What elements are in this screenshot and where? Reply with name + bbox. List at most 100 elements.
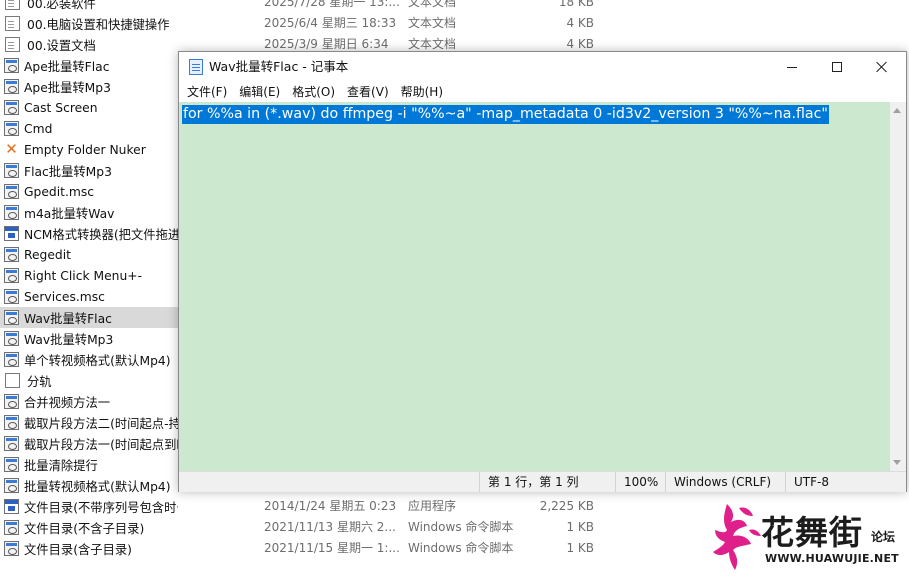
file-name-cell[interactable]: 分轨	[0, 370, 178, 391]
maximize-button[interactable]	[814, 52, 859, 82]
text-file-icon	[5, 37, 20, 52]
menu-edit[interactable]: 编辑(E)	[233, 82, 286, 102]
menu-bar: 文件(F) 编辑(E) 格式(O) 查看(V) 帮助(H)	[179, 82, 906, 102]
zoom-level: 100%	[615, 472, 658, 492]
file-type: 文本文档	[408, 0, 457, 9]
batch-file-icon	[4, 310, 19, 325]
flower-logo-icon	[713, 504, 761, 570]
line-ending: Windows (CRLF)	[665, 472, 771, 492]
file-name-cell[interactable]: Wav批量转Flac	[0, 307, 178, 328]
file-name: 截取片段方法二(时间起点-持	[24, 416, 178, 431]
text-editor[interactable]: for %%a in (*.wav) do ffmpeg -i "%%~a" -…	[179, 102, 890, 471]
file-size: 4 KB	[566, 16, 594, 30]
file-name-cell[interactable]: 批量清除提行	[0, 454, 178, 475]
batch-file-icon	[4, 184, 19, 199]
file-size: 2,225 KB	[539, 499, 594, 513]
file-name-cell[interactable]: Cast Screen	[0, 97, 178, 118]
file-name-cell[interactable]: Gpedit.msc	[0, 181, 178, 202]
file-row[interactable]: 00.电脑设置和快捷键操作 2025/6/4 星期三 18:33 文本文档 4 KB	[0, 13, 909, 34]
file-name: 文件目录(不带序列号包含时长大小)	[24, 500, 178, 515]
file-name-cell[interactable]: 00.设置文档	[0, 34, 178, 55]
file-name-cell[interactable]: Cmd	[0, 118, 178, 139]
scroll-up-arrow-icon[interactable]	[893, 108, 901, 113]
empty-folder-nuker-icon: ✕	[5, 140, 18, 158]
file-name-cell[interactable]: Right Click Menu+-	[0, 265, 178, 286]
file-name-cell[interactable]: 文件目录(不含子目录)	[0, 517, 178, 538]
menu-file[interactable]: 文件(F)	[181, 82, 233, 102]
title-bar[interactable]: Wav批量转Flac - 记事本	[179, 52, 906, 82]
file-name-cell[interactable]: ✕ Empty Folder Nuker	[0, 139, 178, 160]
file-date: 2021/11/13 星期六 2...	[264, 520, 396, 534]
minimize-button[interactable]	[769, 52, 814, 82]
maximize-icon	[831, 62, 842, 72]
file-name: Services.msc	[24, 289, 105, 304]
close-button[interactable]	[859, 52, 904, 82]
file-name: Cast Screen	[24, 100, 98, 115]
scroll-down-arrow-icon[interactable]	[893, 460, 901, 465]
batch-file-icon	[4, 352, 19, 367]
selected-text[interactable]: for %%a in (*.wav) do ffmpeg -i "%%~a" -…	[182, 105, 829, 124]
batch-file-icon	[4, 289, 19, 304]
watermark-url: WWW.HUAWUJIE.NET	[765, 552, 899, 565]
file-name-cell[interactable]: 00.必装软件	[0, 0, 178, 13]
watermark-chinese: 花舞街	[761, 513, 863, 552]
menu-format[interactable]: 格式(O)	[286, 82, 341, 102]
file-name-cell[interactable]: Regedit	[0, 244, 178, 265]
notepad-icon	[189, 59, 203, 75]
file-name: 截取片段方法一(时间起点到时	[24, 437, 178, 452]
file-name-cell[interactable]: 00.电脑设置和快捷键操作	[0, 13, 178, 34]
file-name: 文件目录(含子目录)	[24, 542, 132, 557]
batch-file-icon	[4, 457, 19, 472]
text-file-icon	[5, 16, 20, 31]
file-name-cell[interactable]: 单个转视频格式(默认Mp4)	[0, 349, 178, 370]
file-name: NCM格式转换器(把文件拖进	[24, 227, 178, 242]
batch-file-icon	[4, 121, 19, 136]
file-name-cell[interactable]: Wav批量转Mp3	[0, 328, 178, 349]
file-name: Gpedit.msc	[24, 184, 94, 199]
batch-file-icon	[4, 415, 19, 430]
file-name-cell[interactable]: 合并视频方法一	[0, 391, 178, 412]
file-name: 00.设置文档	[27, 38, 96, 53]
file-name-cell[interactable]: Ape批量转Mp3	[0, 76, 178, 97]
file-name: Right Click Menu+-	[24, 268, 143, 283]
batch-file-icon	[4, 247, 19, 262]
file-type: 应用程序	[408, 499, 457, 513]
file-size: 1 KB	[566, 520, 594, 534]
menu-view[interactable]: 查看(V)	[341, 82, 395, 102]
batch-file-icon	[4, 331, 19, 346]
file-name-cell[interactable]: Flac批量转Mp3	[0, 160, 178, 181]
application-icon	[4, 226, 19, 241]
file-name: Empty Folder Nuker	[24, 142, 146, 157]
file-size: 1 KB	[566, 541, 594, 555]
file-name-cell[interactable]: NCM格式转换器(把文件拖进	[0, 223, 178, 244]
notepad-window[interactable]: Wav批量转Flac - 记事本 文件(F) 编辑(E) 格式(O) 查看(V)…	[178, 51, 907, 492]
file-name-cell[interactable]: m4a批量转Wav	[0, 202, 178, 223]
file-name-cell[interactable]: 截取片段方法二(时间起点-持	[0, 412, 178, 433]
minimize-icon	[786, 66, 797, 68]
batch-file-icon	[4, 79, 19, 94]
file-name-cell[interactable]: Ape批量转Flac	[0, 55, 178, 76]
file-name: Ape批量转Flac	[24, 59, 110, 74]
file-name: 00.必装软件	[27, 0, 96, 11]
menu-help[interactable]: 帮助(H)	[395, 82, 449, 102]
file-name: 批量清除提行	[24, 458, 98, 473]
file-name-cell[interactable]: Services.msc	[0, 286, 178, 307]
batch-file-icon	[4, 100, 19, 115]
file-name: Regedit	[24, 247, 71, 262]
file-name-cell[interactable]: 文件目录(含子目录)	[0, 538, 178, 559]
batch-file-icon	[4, 520, 19, 535]
batch-file-icon	[4, 205, 19, 220]
file-name: 合并视频方法一	[24, 395, 111, 410]
watermark-suffix: 论坛	[871, 530, 896, 544]
file-date: 2014/1/24 星期五 0:23	[264, 499, 397, 513]
file-size: 18 KB	[558, 0, 594, 9]
file-name-cell[interactable]: 文件目录(不带序列号包含时长大小)	[0, 496, 178, 517]
file-name-cell[interactable]: 截取片段方法一(时间起点到时	[0, 433, 178, 454]
vertical-scrollbar[interactable]	[890, 102, 906, 471]
batch-file-icon	[4, 394, 19, 409]
status-bar: 第 1 行，第 1 列 100% Windows (CRLF) UTF-8	[179, 471, 906, 492]
file-name: Cmd	[24, 121, 53, 136]
file-row[interactable]: 00.必装软件 2025/7/28 星期一 13:... 文本文档 18 KB	[0, 0, 909, 13]
text-file-icon	[5, 0, 20, 10]
file-name-cell[interactable]: 批量转视频格式(默认Mp4)	[0, 475, 178, 496]
